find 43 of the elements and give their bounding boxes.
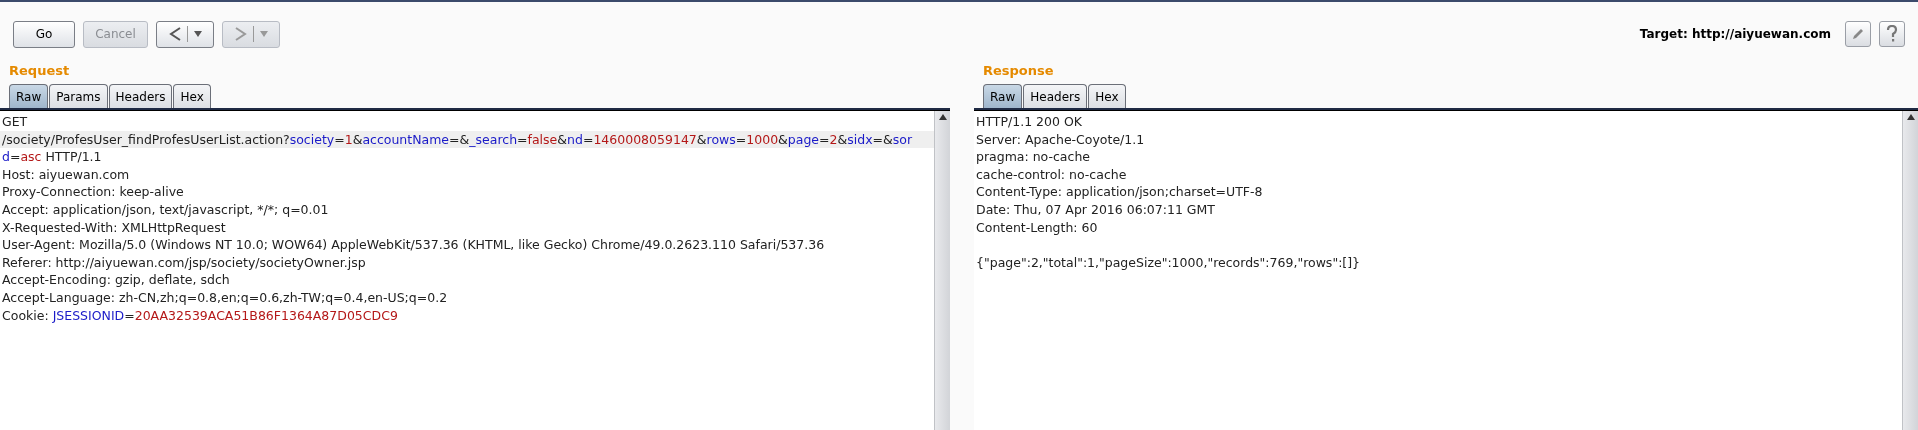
right-chevron-icon <box>234 27 247 41</box>
caret-icon <box>259 31 268 37</box>
up-arrow-icon[interactable] <box>1906 114 1915 120</box>
pane-title: Response <box>983 63 1054 78</box>
text-line: pragma: no-cache <box>975 148 1092 166</box>
text-line: Cookie: JSESSIONID=20AA32539ACA51B86F1364A87D05CDC9 <box>1 306 399 325</box>
text-line: Referer: http://aiyuewan.com/jsp/society/societyOwner.jsp <box>1 253 367 272</box>
pencil-icon <box>1851 27 1865 41</box>
pane-title: Request <box>9 63 70 78</box>
pencil-button[interactable] <box>1845 21 1871 47</box>
left-chevron-icon <box>168 27 181 41</box>
question-mark-icon <box>1886 25 1898 43</box>
text-line: X-Requested-With: XMLHttpRequest <box>1 218 227 237</box>
text-line: Server: Apache-Coyote/1.1 <box>975 130 1146 149</box>
help-button[interactable] <box>1879 21 1905 47</box>
text-line: User-Agent: Mozilla/5.0 (Windows NT 10.0; WOW64) AppleWebKit/537.36 (KHTML, like Gecko) Chrome/49.0.2623.110 Safari/537.36 <box>1 236 826 254</box>
text-line: HTTP/1.1 200 OK <box>975 113 1083 131</box>
toolbar-button[interactable]: Go <box>13 20 75 48</box>
tab[interactable]: Hex <box>1088 84 1126 108</box>
text-line: d=asc HTTP/1.1 <box>1 148 103 166</box>
text-line: GET <box>1 113 29 131</box>
caret-icon <box>193 31 202 37</box>
text-line: Proxy-Connection: keep-alive <box>1 183 185 201</box>
text-line: Host: aiyuewan.com <box>1 165 131 184</box>
text-line: Date: Thu, 07 Apr 2016 06:07:11 GMT <box>975 200 1216 219</box>
text-line: Content-Type: application/json;charset=UTF-8 <box>975 183 1264 201</box>
text-line: {"page":2,"total":1,"pageSize":1000,"records":769,"rows":[]} <box>975 253 1362 272</box>
target-label: Target: http://aiyuewan.com <box>1639 27 1831 41</box>
text-line: Accept: application/json, text/javascript, */*; q=0.01 <box>1 200 330 219</box>
scrollbar[interactable] <box>1902 111 1918 430</box>
tab[interactable]: Headers <box>108 84 173 108</box>
back-button[interactable] <box>156 20 214 48</box>
text-line: Accept-Language: zh-CN,zh;q=0.8,en;q=0.6,zh-TW;q=0.4,en-US;q=0.2 <box>1 288 449 307</box>
tab[interactable]: Raw <box>9 84 49 108</box>
tab[interactable]: Hex <box>173 84 211 108</box>
text-line: Accept-Encoding: gzip, deflate, sdch <box>1 271 231 289</box>
tab[interactable]: Params <box>49 84 108 108</box>
text-line: Content-Length: 60 <box>975 218 1099 237</box>
tab[interactable]: Raw <box>983 84 1023 108</box>
tab[interactable]: Headers <box>1023 84 1088 108</box>
scrollbar[interactable] <box>934 111 950 430</box>
text-line: cache-control: no-cache <box>975 165 1128 184</box>
up-arrow-icon[interactable] <box>938 114 947 120</box>
